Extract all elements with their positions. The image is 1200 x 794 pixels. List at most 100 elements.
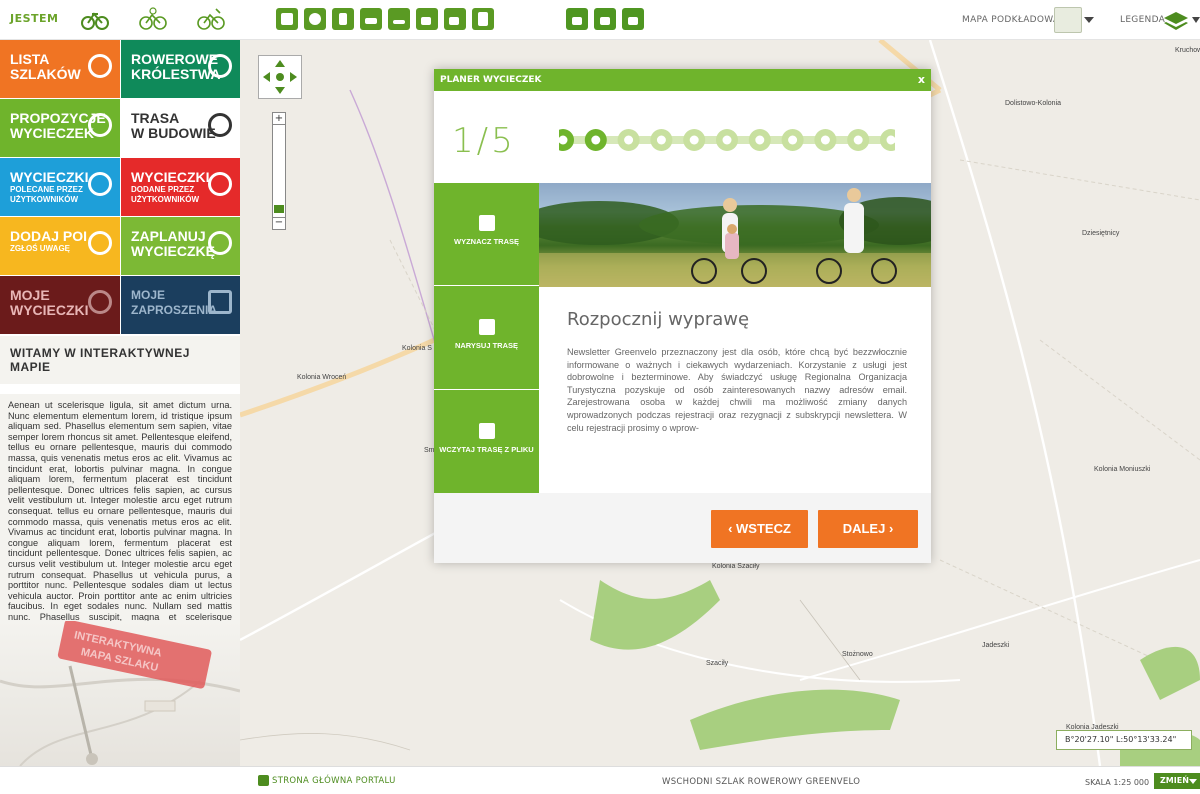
zoom-out-icon[interactable]: − [273, 217, 285, 229]
portal-logo-icon [258, 775, 269, 786]
tile-user-added-trips[interactable]: WYCIECZKI DODANE PRZEZ UŻYTKOWNIKÓW [121, 158, 240, 216]
tile-title: TRASA [131, 110, 180, 126]
map-place-label: Kolonia Szaciły [712, 563, 760, 570]
pan-left-icon [263, 72, 270, 82]
tile-title-2: WYCIECZKĘ [131, 243, 215, 259]
tile-title: WYCIECZKI [10, 169, 89, 185]
tile-title: LISTA [10, 51, 50, 67]
tile-plan-trip[interactable]: ZAPLANUJ WYCIECZKĘ [121, 217, 240, 275]
stairs-icon[interactable] [416, 8, 438, 30]
user-pin-icon [88, 172, 112, 196]
shelter-icon[interactable] [388, 8, 410, 30]
legend-label[interactable]: LEGENDA [1120, 15, 1165, 25]
tile-title-2: KRÓLESTWA [131, 66, 221, 82]
top-toolbar: JESTEM MAPA PODKŁADOWA LEGENDA [0, 0, 1200, 40]
tile-my-trips[interactable]: MOJE WYCIECZKI [0, 276, 120, 334]
tile-title-2: W BUDOWIE [131, 125, 216, 141]
bike-sun-icon[interactable] [138, 6, 168, 32]
basemap-map-icon[interactable] [1054, 7, 1082, 33]
grid-icon[interactable] [304, 8, 326, 30]
tile-trail-list[interactable]: LISTA SZLAKÓW [0, 40, 120, 98]
trail-name: WSCHODNI SZLAK ROWEROWY GREENVELO [662, 777, 861, 787]
map-place-label: Dolistowo-Kolonia [1005, 100, 1062, 107]
tile-title: MOJE [131, 288, 166, 302]
portal-home-link[interactable]: STRONA GŁÓWNA PORTALU [272, 776, 396, 786]
change-scale-label: ZMIEŃ [1160, 776, 1189, 785]
bike-icon[interactable] [80, 6, 110, 32]
zoom-handle[interactable] [274, 205, 284, 213]
route-icon [478, 215, 495, 231]
zoom-in-icon[interactable]: + [273, 113, 285, 125]
tile-title: ZAPLANUJ [131, 228, 206, 244]
list-icon [88, 54, 112, 78]
dialog-title: PLANER WYCIECZEK [440, 75, 542, 85]
pan-up-icon [275, 60, 285, 67]
basemap-chevron-down-icon[interactable] [1084, 17, 1094, 23]
pan-right-icon [290, 72, 297, 82]
zoom-slider[interactable]: + − [272, 112, 286, 230]
user-icon [88, 290, 112, 314]
cyclists-photo [539, 183, 931, 287]
step-label: NARYSUJ TRASĘ [454, 341, 519, 350]
menu-tiles: LISTA SZLAKÓW ROWEROWE KRÓLESTWA PROPOZY… [0, 40, 240, 336]
close-icon[interactable]: x [918, 69, 925, 91]
layers-icon[interactable] [1162, 10, 1190, 32]
map-place-label: Kolonia Wroceń [297, 374, 347, 381]
tile-trip-proposals[interactable]: PROPOZYCJE WYCIECZEK [0, 99, 120, 157]
tile-user-recommended-trips[interactable]: WYCIECZKI POLECANE PRZEZ UŻYTKOWNIKÓW [0, 158, 120, 216]
next-button[interactable]: DALEJ › [818, 510, 918, 548]
basemap-label[interactable]: MAPA PODKŁADOWA [962, 15, 1059, 25]
trip-planner-dialog: PLANER WYCIECZEK x 1/5 WYZNACZ TRASĘ NAR… [434, 69, 931, 563]
tile-bike-kingdoms[interactable]: ROWEROWE KRÓLESTWA [121, 40, 240, 98]
building-icon[interactable] [360, 8, 382, 30]
tile-title-2: SZLAKÓW [10, 66, 81, 82]
step-progress: 1/5 [434, 91, 931, 183]
divider [0, 384, 240, 394]
step-draw-route[interactable]: NARYSUJ TRASĘ [434, 287, 539, 390]
bike-route-icon[interactable] [196, 6, 226, 32]
invitation-icon [208, 290, 232, 314]
step-set-route[interactable]: WYZNACZ TRASĘ [434, 183, 539, 286]
pan-control[interactable] [258, 55, 302, 99]
tile-my-invitations[interactable]: MOJE ZAPROSZENIA [121, 276, 240, 334]
jestem-label[interactable]: JESTEM [10, 12, 59, 25]
map-layer-icon[interactable] [276, 8, 298, 30]
steps-icon[interactable] [444, 8, 466, 30]
planner-sidebar: WYZNACZ TRASĘ NARYSUJ TRASĘ WCZYTAJ TRAS… [434, 183, 539, 493]
step-counter: 1/5 [452, 121, 516, 161]
pin-check-icon [88, 113, 112, 137]
user-add-icon [208, 172, 232, 196]
map-pin-illustration: INTERAKTYWNA MAPA SZLAKU [0, 619, 241, 767]
dialog-header: PLANER WYCIECZEK x [434, 69, 931, 91]
tile-route-construction[interactable]: TRASA W BUDOWIE [121, 99, 240, 157]
step-load-route[interactable]: WCZYTAJ TRASĘ Z PLIKU [434, 391, 539, 494]
change-scale-button[interactable]: ZMIEŃ [1154, 773, 1200, 789]
tile-title: ROWEROWE [131, 51, 219, 67]
step-label: WYZNACZ TRASĘ [454, 237, 519, 246]
back-button[interactable]: ‹ WSTECZ [711, 510, 808, 548]
dialog-footer: ‹ WSTECZ DALEJ › [434, 493, 931, 563]
parking-icon[interactable] [332, 8, 354, 30]
route-load-icon[interactable] [622, 8, 644, 30]
pan-down-icon [275, 87, 285, 94]
dialog-content: Rozpocznij wyprawę Newsletter Greenvelo … [539, 287, 931, 493]
tile-title-2: ZAPROSZENIA [131, 303, 218, 317]
map-place-label: Sm [424, 447, 435, 454]
content-paragraph: Newsletter Greenvelo przeznaczony jest d… [567, 347, 907, 433]
route-edit-icon[interactable] [594, 8, 616, 30]
coordinates-readout: B°20'27.10" L:50°13'33.24" [1056, 730, 1192, 750]
pin-edit-icon [208, 231, 232, 255]
device-icon[interactable] [472, 8, 494, 30]
tile-add-poi[interactable]: DODAJ POI ZGŁOŚ UWAGĘ [0, 217, 120, 275]
bottom-bar: STRONA GŁÓWNA PORTALU WSCHODNI SZLAK ROW… [0, 766, 1200, 794]
gear-icon [208, 113, 232, 137]
tile-title: MOJE [10, 287, 50, 303]
tile-title-2: WYCIECZEK [10, 125, 94, 141]
tile-title-2: WYCIECZKI [10, 302, 89, 318]
legend-chevron-down-icon[interactable] [1192, 17, 1200, 23]
map-place-label: Szaciły [706, 660, 729, 667]
map-place-label: Kolonia Jadeszki [1066, 724, 1119, 731]
route-draw-icon[interactable] [566, 8, 588, 30]
content-heading: Rozpocznij wyprawę [567, 309, 750, 330]
tile-title: WYCIECZKI [131, 169, 210, 185]
